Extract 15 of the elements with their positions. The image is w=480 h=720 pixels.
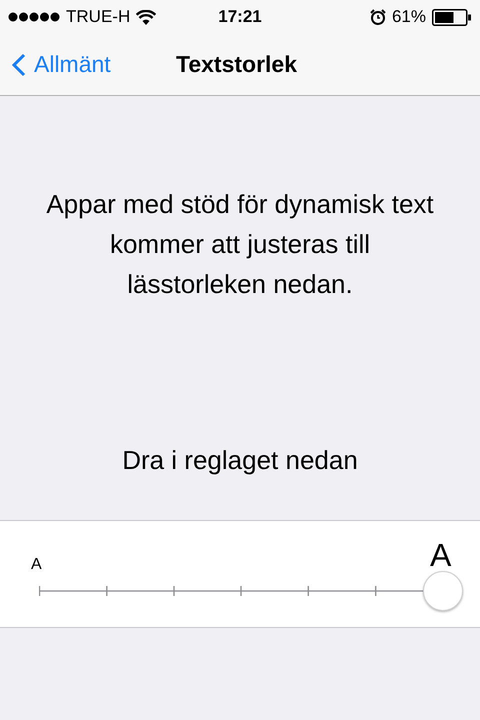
slider-thumb[interactable] (423, 571, 463, 611)
instruction-text: Dra i reglaget nedan (121, 444, 359, 477)
large-text-label: A (430, 537, 452, 573)
alarm-clock-icon (370, 9, 386, 25)
small-text-label: A (31, 555, 42, 575)
battery-icon (432, 8, 472, 26)
signal-icon (8, 12, 60, 22)
chevron-left-icon (12, 52, 26, 76)
back-button[interactable]: Allmänt (0, 47, 111, 82)
battery-percentage: 61% (392, 6, 426, 28)
clock-time: 17:21 (217, 6, 263, 28)
wifi-icon (136, 10, 156, 24)
carrier-name: TRUE-H (66, 6, 130, 28)
screen-title: Textstorlek (176, 50, 298, 80)
description-text: Appar med stöd för dynamisk text kommer att justeras till lässtorleken nedan. (45, 188, 435, 301)
